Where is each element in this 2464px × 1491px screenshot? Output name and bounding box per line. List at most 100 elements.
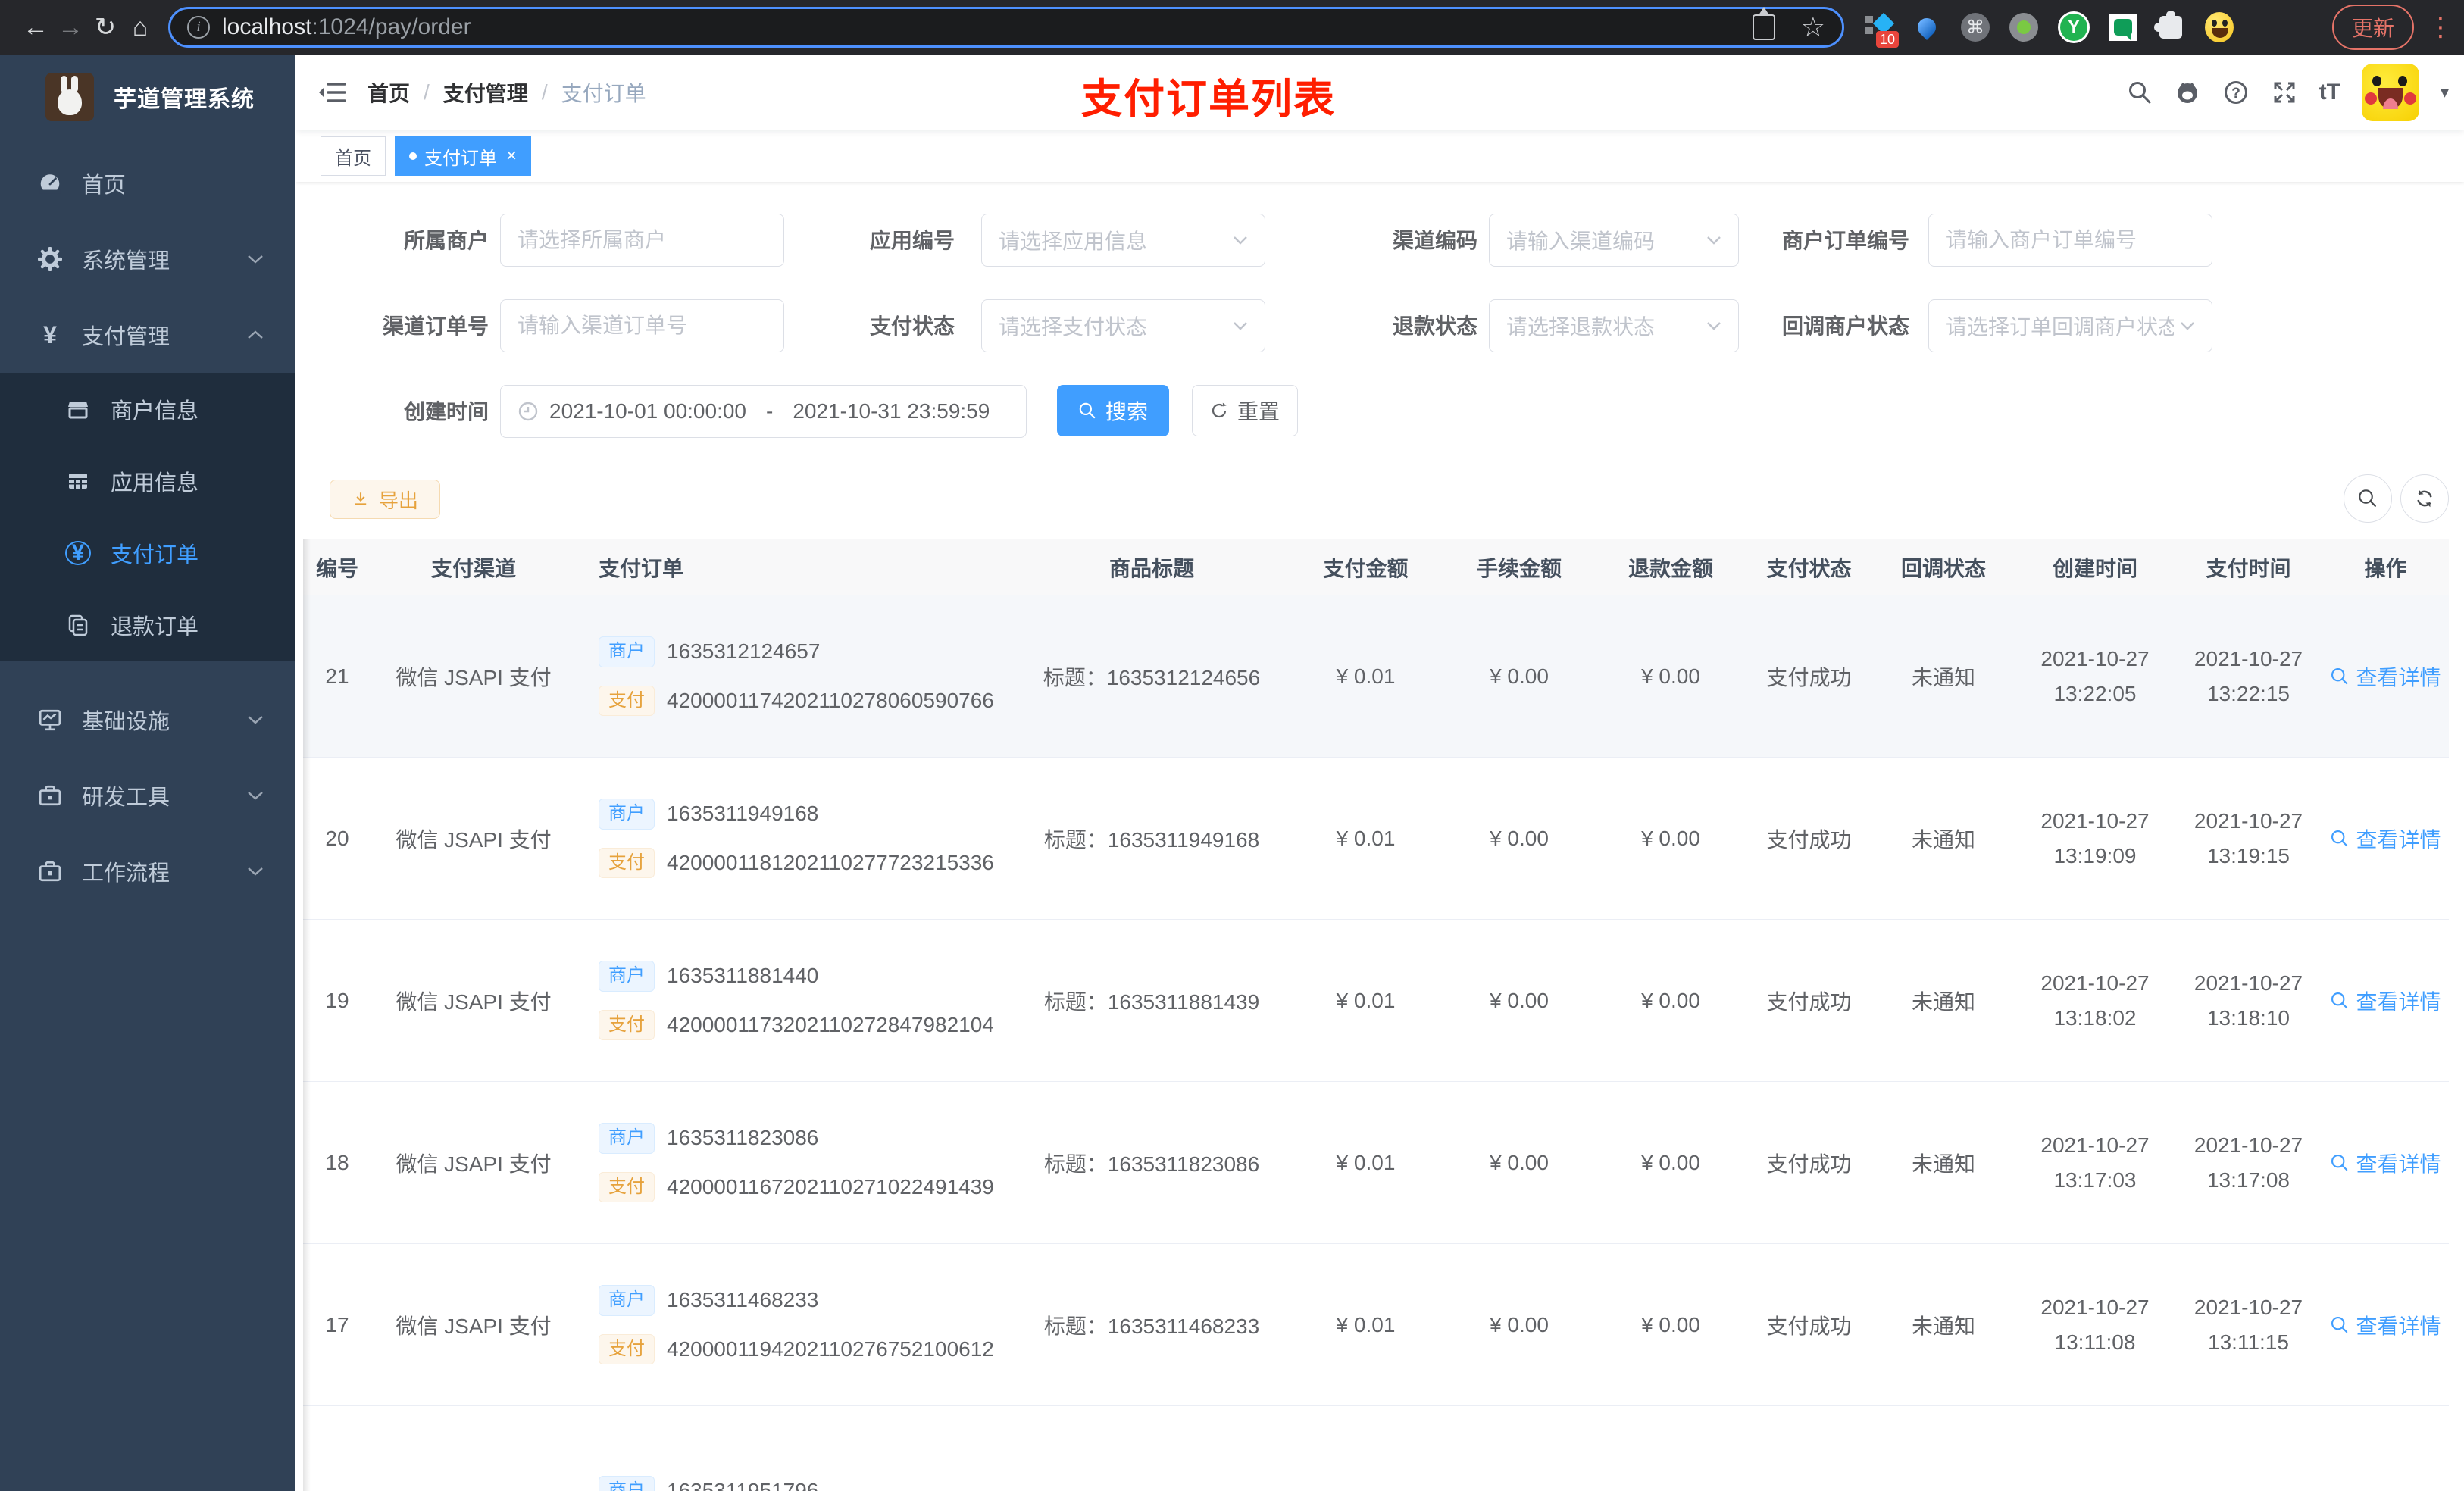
- browser-reload-icon[interactable]: ↻: [88, 10, 123, 45]
- close-icon[interactable]: ×: [506, 145, 517, 167]
- search-button[interactable]: 搜索: [1057, 385, 1169, 436]
- extension-emoji-icon[interactable]: [2205, 12, 2234, 42]
- navbar-actions: ? tT ▾: [2127, 55, 2449, 130]
- extension-yudao-icon[interactable]: Y: [2058, 11, 2090, 43]
- collapse-sidebar-icon[interactable]: [317, 80, 346, 105]
- filter-row-1: 所属商户 应用编号 请选择应用信息 渠道编码 请输入渠道编码 商户订单编号: [296, 214, 2464, 268]
- cell-paid: 2021-10-27 13:11:15: [2194, 1295, 2303, 1354]
- search-icon[interactable]: [2127, 80, 2153, 105]
- extensions-area: 10 ⌘ Y: [1864, 11, 2234, 48]
- logo-rabbit-avatar: [45, 73, 94, 121]
- view-detail-link[interactable]: 查看详情: [2330, 1310, 2441, 1340]
- breadcrumb-pay[interactable]: 支付管理: [443, 77, 528, 108]
- url-path: :1024/pay/order: [311, 14, 471, 39]
- fullscreen-icon[interactable]: [2271, 79, 2298, 106]
- browser-forward-icon[interactable]: →: [53, 10, 88, 45]
- table-row[interactable]: 18 微信 JSAPI 支付 商户 1635311823086 支付 4200001…: [303, 1082, 2449, 1244]
- extension-command-icon[interactable]: ⌘: [1961, 13, 1990, 42]
- table-row[interactable]: 21 微信 JSAPI 支付 商户 1635312124657 支付 4200001…: [303, 595, 2449, 758]
- breadcrumb-home[interactable]: 首页: [367, 77, 410, 108]
- browser-menu-icon[interactable]: ⋮: [2428, 12, 2453, 42]
- sidebar-item-refund-order[interactable]: 退款订单: [0, 589, 295, 661]
- sidebar-item-workflow[interactable]: 工作流程: [0, 833, 295, 909]
- user-menu-caret-icon[interactable]: ▾: [2441, 83, 2449, 102]
- cell-amount: ¥ 0.01: [1336, 1312, 1396, 1336]
- merchant-order-no-input[interactable]: [1946, 228, 2195, 252]
- extension-recorder-icon[interactable]: [2009, 13, 2038, 42]
- view-detail-link[interactable]: 查看详情: [2330, 986, 2441, 1016]
- github-icon[interactable]: [2174, 79, 2201, 106]
- view-detail-link[interactable]: 查看详情: [2330, 661, 2441, 692]
- show-search-toggle-button[interactable]: [2344, 474, 2392, 523]
- filter-label: 渠道编码: [1392, 229, 1477, 252]
- site-info-icon[interactable]: i: [187, 16, 210, 39]
- reset-button[interactable]: 重置: [1192, 385, 1298, 436]
- table-row[interactable]: 20 微信 JSAPI 支付 商户 1635311949168 支付 4200001…: [303, 758, 2449, 920]
- export-button[interactable]: 导出: [330, 480, 440, 519]
- filter-label: 商户订单编号: [1781, 229, 1909, 252]
- extension-map-pin-icon[interactable]: [1912, 13, 1941, 42]
- sidebar-item-devtools[interactable]: 研发工具: [0, 758, 295, 833]
- sidebar-item-system[interactable]: 系统管理: [0, 221, 295, 297]
- refresh-button[interactable]: [2400, 474, 2449, 523]
- sidebar-item-pay-order[interactable]: ¥ 支付订单: [0, 517, 295, 589]
- sidebar-item-merchant-info[interactable]: 商户信息: [0, 373, 295, 445]
- col-header-fee: 手续金额: [1476, 557, 1562, 580]
- extension-grid-diamond-icon[interactable]: 10: [1864, 12, 1899, 48]
- address-bar[interactable]: i localhost:1024/pay/order ☆: [168, 7, 1844, 48]
- share-icon[interactable]: [1752, 14, 1775, 40]
- col-header-amount: 支付金额: [1323, 557, 1409, 580]
- table-row[interactable]: 19 微信 JSAPI 支付 商户 1635311881440 支付 4200001…: [303, 920, 2449, 1082]
- browser-back-icon[interactable]: ←: [18, 10, 53, 45]
- merchant-tag: 商户: [599, 960, 655, 992]
- tag-home[interactable]: 首页: [321, 136, 386, 176]
- font-size-icon[interactable]: tT: [2319, 80, 2340, 105]
- merchant-order-no-field[interactable]: [1928, 214, 2212, 267]
- svg-text:?: ?: [2231, 86, 2240, 102]
- cell-title: 标题：1635311949168: [1043, 827, 1260, 852]
- notify-status-select[interactable]: 请选择订单回调商户状态: [1928, 299, 2212, 352]
- tag-label: 首页: [335, 148, 371, 169]
- user-avatar[interactable]: [2361, 64, 2419, 121]
- cell-paid: 2021-10-27 13:18:10: [2194, 971, 2303, 1030]
- cell-fee: ¥ 0.00: [1490, 1150, 1549, 1174]
- create-time-range-picker[interactable]: 2021-10-01 00:00:00 - 2021-10-31 23:59:5…: [500, 385, 1027, 438]
- cell-status: 支付成功: [1766, 827, 1852, 852]
- table-row[interactable]: 17 微信 JSAPI 支付 商户 1635311468233 支付 4200001…: [303, 1244, 2449, 1406]
- cell-notify: 未通知: [1911, 827, 1975, 852]
- tag-pay-order[interactable]: 支付订单 ×: [395, 136, 532, 176]
- view-detail-link[interactable]: 查看详情: [2330, 824, 2441, 854]
- extension-puzzle-icon[interactable]: [2154, 11, 2185, 42]
- app-select[interactable]: 请选择应用信息: [981, 214, 1265, 267]
- sidebar-item-app-info[interactable]: 应用信息: [0, 445, 295, 517]
- sidebar-item-home[interactable]: 首页: [0, 145, 295, 221]
- col-header-pay-order: 支付订单: [599, 557, 684, 580]
- cell-channel: 微信 JSAPI 支付: [396, 665, 552, 689]
- col-header-paid: 支付时间: [2206, 557, 2291, 580]
- orders-table: 编号 支付渠道 支付订单 商品标题 支付金额 手续金额 退款金额 支付状态 回调…: [303, 539, 2449, 1491]
- search-button-label: 搜索: [1105, 400, 1148, 424]
- filter-label: 渠道订单号: [382, 314, 489, 338]
- help-icon[interactable]: ?: [2222, 79, 2250, 106]
- monitor-icon: [36, 708, 64, 732]
- table-row[interactable]: 商户 1635311951796: [303, 1406, 2449, 1491]
- browser-update-button[interactable]: 更新: [2331, 5, 2414, 50]
- cell-created: 2021-10-27 13:22:05: [2040, 646, 2150, 705]
- cell-pay-order: 商户 1635312124657 支付 4200001174202110278060…: [576, 595, 1015, 757]
- sidebar-item-pay[interactable]: ¥ 支付管理: [0, 297, 295, 373]
- cell-id: 20: [325, 826, 349, 850]
- browser-home-icon[interactable]: ⌂: [123, 10, 158, 45]
- cell-channel: 微信 JSAPI 支付: [396, 1314, 552, 1338]
- cell-created: 2021-10-27 13:18:02: [2040, 971, 2150, 1030]
- pay-order-no: 4200001174202110278060590766: [667, 688, 994, 712]
- cell-refund: ¥ 0.00: [1641, 1312, 1700, 1336]
- cell-created: 2021-10-27 13:19:09: [2040, 808, 2150, 867]
- extension-chat-icon[interactable]: [2109, 14, 2137, 41]
- tags-view-bar: 首页 支付订单 ×: [296, 130, 2464, 182]
- bookmark-star-icon[interactable]: ☆: [1801, 11, 1825, 43]
- pay-status-select[interactable]: 请选择支付状态: [981, 299, 1265, 352]
- sidebar-item-infra[interactable]: 基础设施: [0, 682, 295, 758]
- view-detail-link[interactable]: 查看详情: [2330, 1148, 2441, 1178]
- merchant-order-no: 1635311823086: [667, 1126, 819, 1150]
- merchant-tag: 商户: [599, 1122, 655, 1154]
